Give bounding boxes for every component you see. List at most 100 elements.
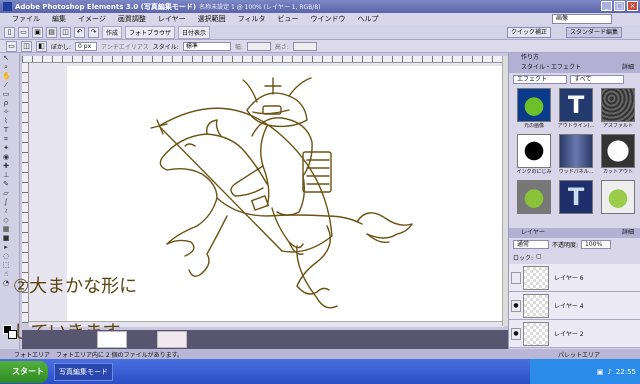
layer-row[interactable]: ● レイヤー 2 (509, 320, 640, 348)
eyedropper-tool-icon[interactable]: ⁄ (2, 81, 10, 89)
menu-filter[interactable]: フィルタ (232, 14, 272, 24)
style-select[interactable]: 標準 (182, 41, 231, 51)
effect-thumb[interactable]: T アウトライン(... (557, 88, 595, 132)
online-service-icon[interactable]: ◫ (60, 26, 71, 38)
help-search-input[interactable]: 画像 (552, 14, 612, 24)
styles-more-button[interactable]: 詳細 (622, 63, 634, 73)
menu-view[interactable]: ビュー (272, 14, 305, 24)
layers-more-button[interactable]: 詳細 (622, 228, 634, 238)
marquee-option-icon[interactable]: ▭ (6, 40, 17, 52)
layer-thumbnail (523, 265, 549, 290)
add-selection-icon[interactable]: ◫ (21, 40, 32, 52)
menu-image[interactable]: イメージ (72, 14, 112, 24)
effect-thumb[interactable]: カットアウト (599, 134, 637, 178)
smudge-tool-icon[interactable]: ☝ (2, 270, 10, 278)
shape-tool-icon[interactable]: ■ (2, 234, 10, 242)
new-file-icon[interactable]: ▯ (4, 26, 15, 38)
width-input[interactable] (246, 41, 271, 51)
layer-row[interactable]: ● レイヤー 4 (509, 292, 640, 320)
menu-window[interactable]: ウインドウ (305, 14, 352, 24)
clone-stamp-icon[interactable]: ⊥ (2, 171, 10, 179)
gradient-tool-icon[interactable]: ▦ (2, 225, 10, 233)
pencil-tool-icon[interactable]: ✎ (2, 180, 10, 188)
glow-text-icon: T (559, 180, 593, 214)
outline-text-icon: T (559, 88, 593, 122)
photo-browser-button[interactable]: フォトブラウザ (125, 25, 176, 39)
effects-select[interactable]: エフェクト (513, 75, 567, 84)
lasso-tool-icon[interactable]: ρ (2, 99, 10, 107)
effect-thumb[interactable]: 元の画像 (515, 88, 553, 132)
subtract-selection-icon[interactable]: ◧ (36, 40, 47, 52)
effect-thumb[interactable]: ウッドパネル... (557, 134, 595, 178)
menu-select[interactable]: 選択範囲 (192, 14, 232, 24)
photo-bin-toggle[interactable]: フォトエリア (14, 350, 50, 359)
volume-icon[interactable]: ♪ (607, 368, 611, 376)
toolbox: ↖⌕ ✋⁄ ▭ρ ✧⌇ T⌗ ✦◉ ✚⊥ ✎▱ ∫≀ ◇▦ ■▸ ◌⬚ ☝◔ (0, 53, 20, 349)
maximize-button[interactable]: □ (614, 1, 625, 11)
palette-bin-toggle[interactable]: パレットエリア (558, 350, 600, 359)
crop-tool-icon[interactable]: ⌗ (2, 135, 10, 143)
move-tool-icon[interactable]: ↖ (2, 54, 10, 62)
menu-help[interactable]: ヘルプ (352, 14, 385, 24)
close-button[interactable]: × (627, 1, 638, 11)
zoom-tool-icon[interactable]: ⌕ (2, 63, 10, 71)
blend-mode-select[interactable]: 通常 (513, 240, 549, 249)
effect-thumb[interactable]: アスファルト (599, 88, 637, 132)
shape-select-icon[interactable]: ▸ (2, 243, 10, 251)
menu-enhance[interactable]: 画質調整 (112, 14, 152, 24)
feather-input[interactable]: 0 px (75, 41, 98, 51)
undo-icon[interactable]: ↶ (74, 26, 85, 38)
print-icon[interactable]: ▤ (46, 26, 57, 38)
menu-layer[interactable]: レイヤー (152, 14, 192, 24)
cookie-cutter-icon[interactable]: ✦ (2, 144, 10, 152)
paint-bucket-icon[interactable]: ◇ (2, 216, 10, 224)
layer-row[interactable]: レイヤー 6 (509, 264, 640, 292)
photo-bin-thumb[interactable] (157, 331, 187, 348)
type-tool-icon[interactable]: T (2, 126, 10, 134)
eraser-tool-icon[interactable]: ▱ (2, 189, 10, 197)
open-file-icon[interactable]: ▭ (18, 26, 29, 38)
how-to-palette-header[interactable]: 作り方 (509, 53, 640, 63)
blur-tool-icon[interactable]: ◌ (2, 252, 10, 260)
save-icon[interactable]: ▣ (32, 26, 43, 38)
start-button[interactable]: スタート (0, 360, 48, 383)
taskbar-app[interactable]: 写真編集モード (54, 362, 113, 381)
hand-tool-icon[interactable]: ✋ (2, 72, 11, 80)
photo-bin-thumb[interactable] (97, 331, 127, 348)
category-select[interactable]: すべて (570, 75, 624, 84)
standard-edit-button[interactable]: スタンダード編集 (566, 27, 623, 38)
healing-brush-icon[interactable]: ✚ (2, 162, 10, 170)
layer-thumbnail (523, 321, 549, 346)
eye-icon[interactable]: ● (511, 327, 521, 340)
effect-thumb[interactable] (599, 180, 637, 224)
redo-icon[interactable]: ↷ (88, 26, 99, 38)
opacity-input[interactable]: 100% (581, 240, 612, 249)
minimize-button[interactable]: _ (601, 1, 612, 11)
impressionist-brush-icon[interactable]: ≀ (2, 207, 10, 215)
antialias-checkbox[interactable]: アンチエイリアス (101, 42, 149, 51)
magic-wand-icon[interactable]: ✧ (2, 108, 10, 116)
effect-thumb[interactable]: T (557, 180, 595, 224)
sponge-tool-icon[interactable]: ⬚ (2, 261, 10, 269)
height-label: 高さ: (274, 43, 289, 51)
selection-brush-icon[interactable]: ⌇ (2, 117, 10, 125)
lock-icon[interactable]: ▢ (536, 253, 542, 262)
menu-edit[interactable]: 編集 (46, 14, 72, 24)
dodge-tool-icon[interactable]: ◔ (2, 279, 10, 287)
effects-grid: 元の画像 T アウトライン(... アスファルト インクのにじみ ウッドパネル..… (509, 86, 640, 228)
visibility-toggle[interactable] (511, 271, 521, 284)
marquee-tool-icon[interactable]: ▭ (2, 90, 10, 98)
eye-icon[interactable]: ● (511, 299, 521, 312)
create-button[interactable]: 作成 (102, 25, 123, 39)
brush-tool-icon[interactable]: ∫ (2, 198, 10, 206)
menu-file[interactable]: ファイル (6, 14, 46, 24)
styles-palette-header[interactable]: スタイル・エフェクト 詳細 (509, 63, 640, 73)
red-eye-icon[interactable]: ◉ (2, 153, 10, 161)
quick-fix-button[interactable]: クイック補正 (507, 27, 552, 38)
layers-palette-header[interactable]: レイヤー 詳細 (509, 228, 640, 238)
effect-thumb[interactable]: インクのにじみ (515, 134, 553, 178)
date-view-button[interactable]: 日付表示 (178, 25, 211, 39)
effect-thumb[interactable] (515, 180, 553, 224)
height-input[interactable] (292, 41, 317, 51)
network-icon[interactable]: ▣ (597, 368, 604, 376)
